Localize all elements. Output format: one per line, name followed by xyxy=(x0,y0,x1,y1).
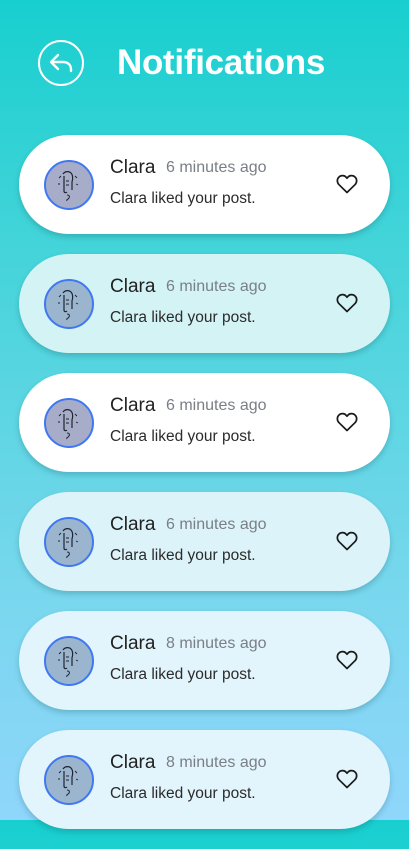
timestamp: 8 minutes ago xyxy=(166,754,267,771)
face-sketch-image xyxy=(58,528,79,559)
back-button[interactable] xyxy=(38,40,84,86)
notification-card[interactable]: Clara 6 minutes ago Clara liked your pos… xyxy=(19,492,390,591)
heart-outline-icon xyxy=(336,174,358,194)
notification-list: Clara 6 minutes ago Clara liked your pos… xyxy=(19,135,390,849)
sender-name: Clara xyxy=(110,514,156,535)
avatar[interactable] xyxy=(44,398,94,448)
sender-name: Clara xyxy=(110,276,156,297)
heart-outline-icon xyxy=(336,769,358,789)
avatar[interactable] xyxy=(44,636,94,686)
notification-card[interactable]: Clara 8 minutes ago Clara liked your pos… xyxy=(19,730,390,829)
notification-message: Clara liked your post. xyxy=(110,547,256,564)
notification-message: Clara liked your post. xyxy=(110,666,256,683)
avatar[interactable] xyxy=(44,160,94,210)
notification-card[interactable]: Clara 6 minutes ago Clara liked your pos… xyxy=(19,373,390,472)
heart-outline-icon xyxy=(336,650,358,670)
undo-arrow-icon xyxy=(49,53,73,73)
timestamp: 8 minutes ago xyxy=(166,635,267,652)
sender-name: Clara xyxy=(110,395,156,416)
avatar[interactable] xyxy=(44,279,94,329)
notification-message: Clara liked your post. xyxy=(110,190,256,207)
like-button[interactable] xyxy=(334,528,360,554)
face-sketch-image xyxy=(58,171,79,202)
timestamp: 6 minutes ago xyxy=(166,278,267,295)
notification-card[interactable]: Clara 8 minutes ago Clara liked your pos… xyxy=(19,611,390,710)
like-button[interactable] xyxy=(334,409,360,435)
face-sketch-image xyxy=(58,766,79,797)
like-button[interactable] xyxy=(334,766,360,792)
heart-outline-icon xyxy=(336,412,358,432)
page-title: Notifications xyxy=(117,43,326,82)
avatar[interactable] xyxy=(44,755,94,805)
sender-name: Clara xyxy=(110,752,156,773)
like-button[interactable] xyxy=(334,290,360,316)
face-sketch-image xyxy=(58,409,79,440)
notification-message: Clara liked your post. xyxy=(110,309,256,326)
timestamp: 6 minutes ago xyxy=(166,516,267,533)
timestamp: 6 minutes ago xyxy=(166,397,267,414)
sender-name: Clara xyxy=(110,157,156,178)
notification-card[interactable]: Clara 6 minutes ago Clara liked your pos… xyxy=(19,254,390,353)
notification-message: Clara liked your post. xyxy=(110,785,256,802)
heart-outline-icon xyxy=(336,293,358,313)
face-sketch-image xyxy=(58,290,79,321)
sender-name: Clara xyxy=(110,633,156,654)
heart-outline-icon xyxy=(336,531,358,551)
app-header: Notifications xyxy=(0,0,409,125)
like-button[interactable] xyxy=(334,171,360,197)
notification-message: Clara liked your post. xyxy=(110,428,256,445)
like-button[interactable] xyxy=(334,647,360,673)
timestamp: 6 minutes ago xyxy=(166,159,267,176)
notification-card[interactable]: Clara 6 minutes ago Clara liked your pos… xyxy=(19,135,390,234)
avatar[interactable] xyxy=(44,517,94,567)
face-sketch-image xyxy=(58,647,79,678)
